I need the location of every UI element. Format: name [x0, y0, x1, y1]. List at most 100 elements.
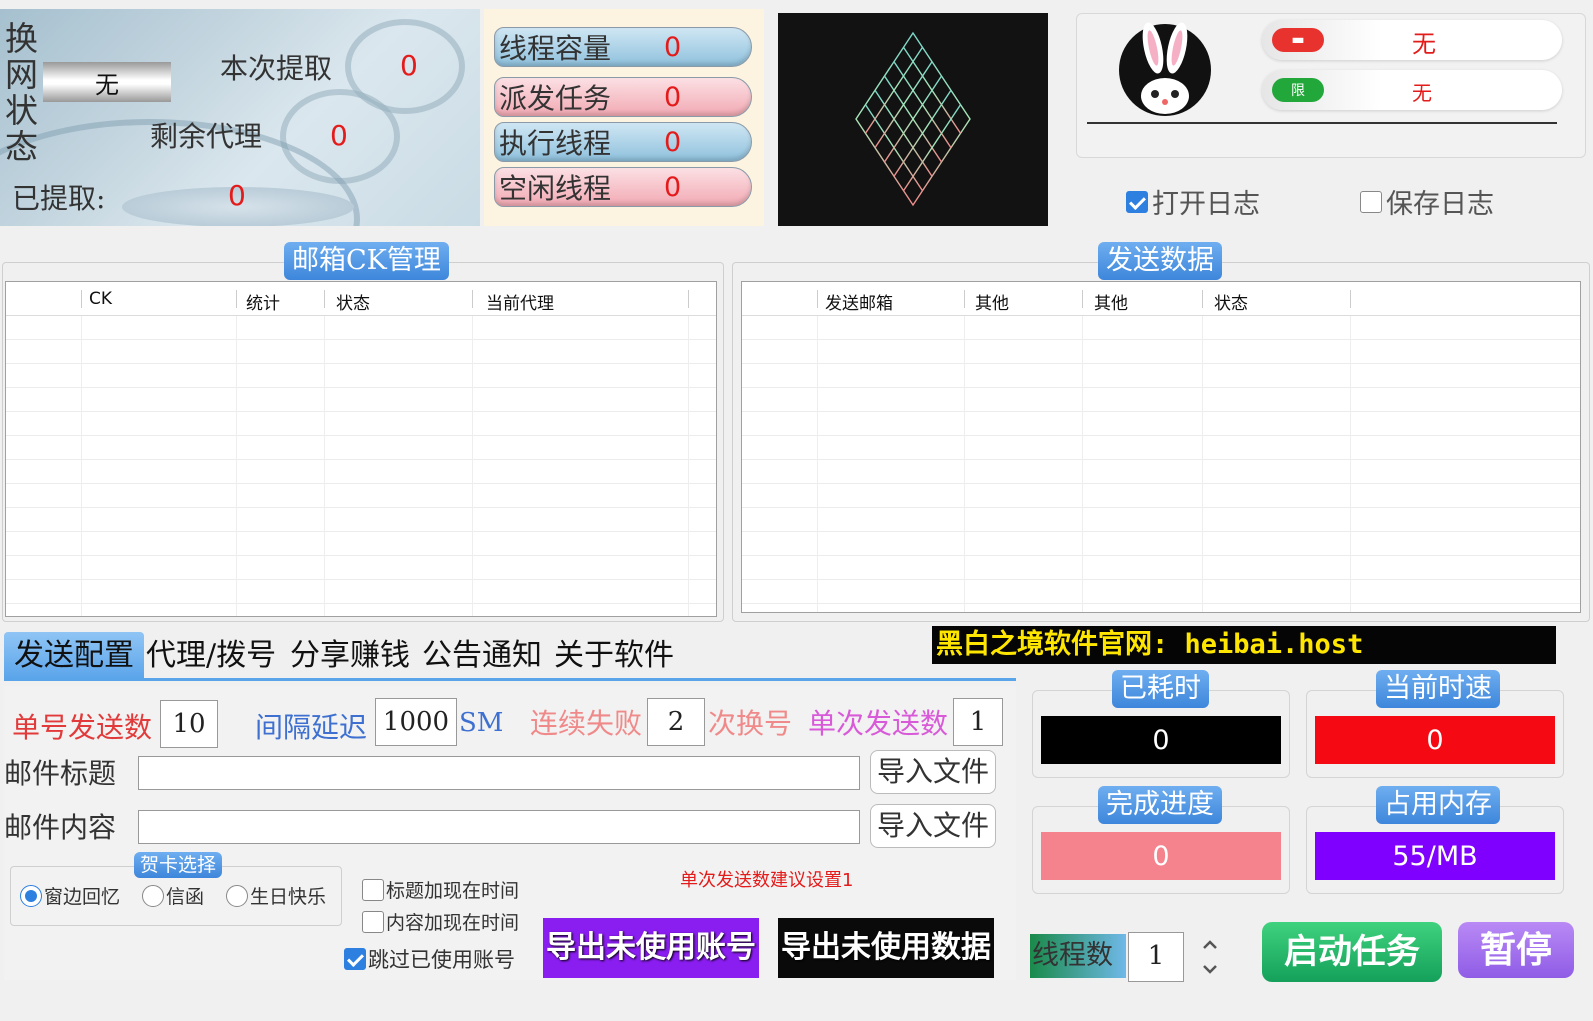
export-unused-data-button[interactable]: 导出未使用数据 [778, 918, 994, 978]
remaining-proxy-label: 剩余代理 [150, 120, 263, 153]
current-speed-label: 当前时速 [1376, 670, 1500, 708]
threads-input[interactable]: 1 [1128, 932, 1184, 982]
ck-col-proxy[interactable]: 当前代理 [486, 289, 554, 314]
net-status-vertical-label: 换网状态 [5, 19, 38, 166]
batch-input[interactable]: 1 [953, 698, 1003, 746]
dispatch-task-label: 派发任务 [499, 82, 612, 115]
user-limit-icon: 限 [1272, 78, 1324, 102]
subject-label: 邮件标题 [4, 757, 117, 790]
running-thread-pill: 执行线程 0 [494, 122, 752, 162]
subject-input[interactable] [138, 756, 860, 790]
this-fetch-value: 0 [400, 49, 418, 82]
checkbox-icon[interactable] [362, 878, 384, 901]
pause-button[interactable]: 暂停 [1458, 922, 1574, 978]
threads-stepper[interactable] [1190, 932, 1230, 982]
content-add-time-checkbox[interactable]: 内容加现在时间 [362, 908, 519, 935]
ck-col-status[interactable]: 状态 [336, 289, 370, 314]
thread-capacity-label: 线程容量 [499, 32, 612, 65]
tab-proxy-dial[interactable]: 代理/拨号 [146, 632, 276, 680]
interval-input[interactable]: 1000 [375, 698, 457, 746]
running-thread-label: 执行线程 [499, 127, 612, 160]
radio-selected-icon[interactable] [20, 884, 42, 907]
card-option-birthday[interactable]: 生日快乐 [226, 882, 326, 909]
save-log-checkbox[interactable]: 保存日志 [1360, 182, 1494, 221]
start-task-button[interactable]: 启动任务 [1262, 922, 1442, 982]
card-select-title: 贺卡选择 [134, 852, 223, 878]
tab-about[interactable]: 关于软件 [554, 632, 674, 680]
card-option-label: 信函 [166, 886, 205, 908]
import-content-file-button[interactable]: 导入文件 [870, 804, 996, 848]
batch-label: 单次发送数 [808, 707, 949, 740]
progress-value: 0 [1041, 832, 1281, 880]
ck-table[interactable]: CK 统计 状态 当前代理 [5, 281, 717, 617]
open-log-check-icon[interactable] [1126, 190, 1148, 213]
card-option-label: 生日快乐 [250, 886, 327, 908]
current-speed-value: 0 [1315, 716, 1555, 764]
memory-label: 占用内存 [1376, 786, 1500, 824]
send-col-other-2[interactable]: 其他 [1094, 289, 1128, 314]
elapsed-time-value: 0 [1041, 716, 1281, 764]
skip-used-label: 跳过已使用账号 [368, 948, 515, 972]
memory-value: 55/MB [1315, 832, 1555, 880]
send-col-status[interactable]: 状态 [1214, 289, 1248, 314]
radio-icon[interactable] [142, 884, 164, 907]
bunny-avatar [1115, 18, 1215, 118]
interval-label: 间隔延迟 [255, 711, 368, 744]
user-red-icon: ▬ [1272, 28, 1324, 52]
thread-stats-panel: 线程容量 0 派发任务 0 执行线程 0 空闲线程 0 [484, 9, 764, 226]
idle-thread-value: 0 [664, 171, 682, 203]
send-data-title: 发送数据 [1098, 242, 1222, 280]
net-status-panel: 换网状态 无 本次提取 0 剩余代理 0 已提取: 0 [0, 9, 480, 226]
radio-icon[interactable] [226, 884, 248, 907]
import-subject-file-button[interactable]: 导入文件 [870, 750, 996, 794]
interval-unit: SM [459, 708, 504, 738]
per-account-label: 单号发送数 [12, 711, 153, 744]
skip-used-checkbox[interactable]: 跳过已使用账号 [344, 944, 515, 974]
thread-capacity-pill: 线程容量 0 [494, 27, 752, 67]
dispatch-task-value: 0 [664, 81, 682, 113]
tab-announcement[interactable]: 公告通知 [422, 632, 542, 680]
open-log-label: 打开日志 [1152, 189, 1260, 220]
user-divider [1087, 122, 1557, 124]
stepper-arrows-icon[interactable] [1190, 932, 1230, 982]
idle-thread-label: 空闲线程 [499, 172, 612, 205]
net-status-value: 无 [95, 70, 119, 99]
user-row-2: 限 无 [1262, 70, 1562, 110]
open-log-checkbox[interactable]: 打开日志 [1126, 182, 1260, 221]
send-col-email[interactable]: 发送邮箱 [825, 289, 893, 314]
title-add-time-label: 标题加现在时间 [386, 880, 520, 902]
fetched-value: 0 [228, 179, 246, 212]
idle-thread-pill: 空闲线程 0 [494, 167, 752, 207]
card-option-letter[interactable]: 信函 [142, 882, 204, 909]
checkbox-icon[interactable] [362, 910, 384, 933]
tab-share-earn[interactable]: 分享赚钱 [290, 632, 410, 680]
send-table[interactable]: 发送邮箱 其他 其他 状态 [741, 281, 1581, 613]
running-thread-value: 0 [664, 126, 682, 158]
user-panel: ▬ 无 限 无 [1076, 13, 1586, 158]
fail-input[interactable]: 2 [647, 698, 705, 746]
diamond-mesh-icon [855, 31, 971, 207]
title-add-time-checkbox[interactable]: 标题加现在时间 [362, 876, 519, 903]
user-row-1: ▬ 无 [1262, 20, 1562, 60]
this-fetch-label: 本次提取 [220, 52, 333, 85]
threads-label: 线程数 [1030, 934, 1126, 978]
tab-send-config[interactable]: 发送配置 [4, 632, 144, 680]
per-account-input[interactable]: 10 [160, 700, 218, 748]
remaining-proxy-value: 0 [330, 119, 348, 152]
content-input[interactable] [138, 810, 860, 844]
fail-label: 连续失败 [530, 707, 643, 740]
website-banner[interactable]: 黑白之境软件官网: heibai.host [932, 626, 1556, 664]
thread-capacity-value: 0 [664, 31, 682, 63]
card-option-window-memory[interactable]: 窗边回忆 [20, 882, 120, 909]
save-log-check-icon[interactable] [1360, 190, 1382, 213]
ck-management-title: 邮箱CK管理 [284, 242, 449, 280]
checkbox-checked-icon[interactable] [344, 948, 366, 970]
ck-col-stats[interactable]: 统计 [246, 289, 280, 314]
export-unused-accounts-button[interactable]: 导出未使用账号 [543, 918, 759, 978]
content-add-time-label: 内容加现在时间 [386, 912, 520, 934]
ck-col-ck[interactable]: CK [89, 289, 112, 309]
elapsed-time-label: 已耗时 [1112, 670, 1209, 708]
net-status-bar: 无 [43, 62, 171, 102]
fetched-label: 已提取: [12, 182, 106, 215]
send-col-other-1[interactable]: 其他 [975, 289, 1009, 314]
